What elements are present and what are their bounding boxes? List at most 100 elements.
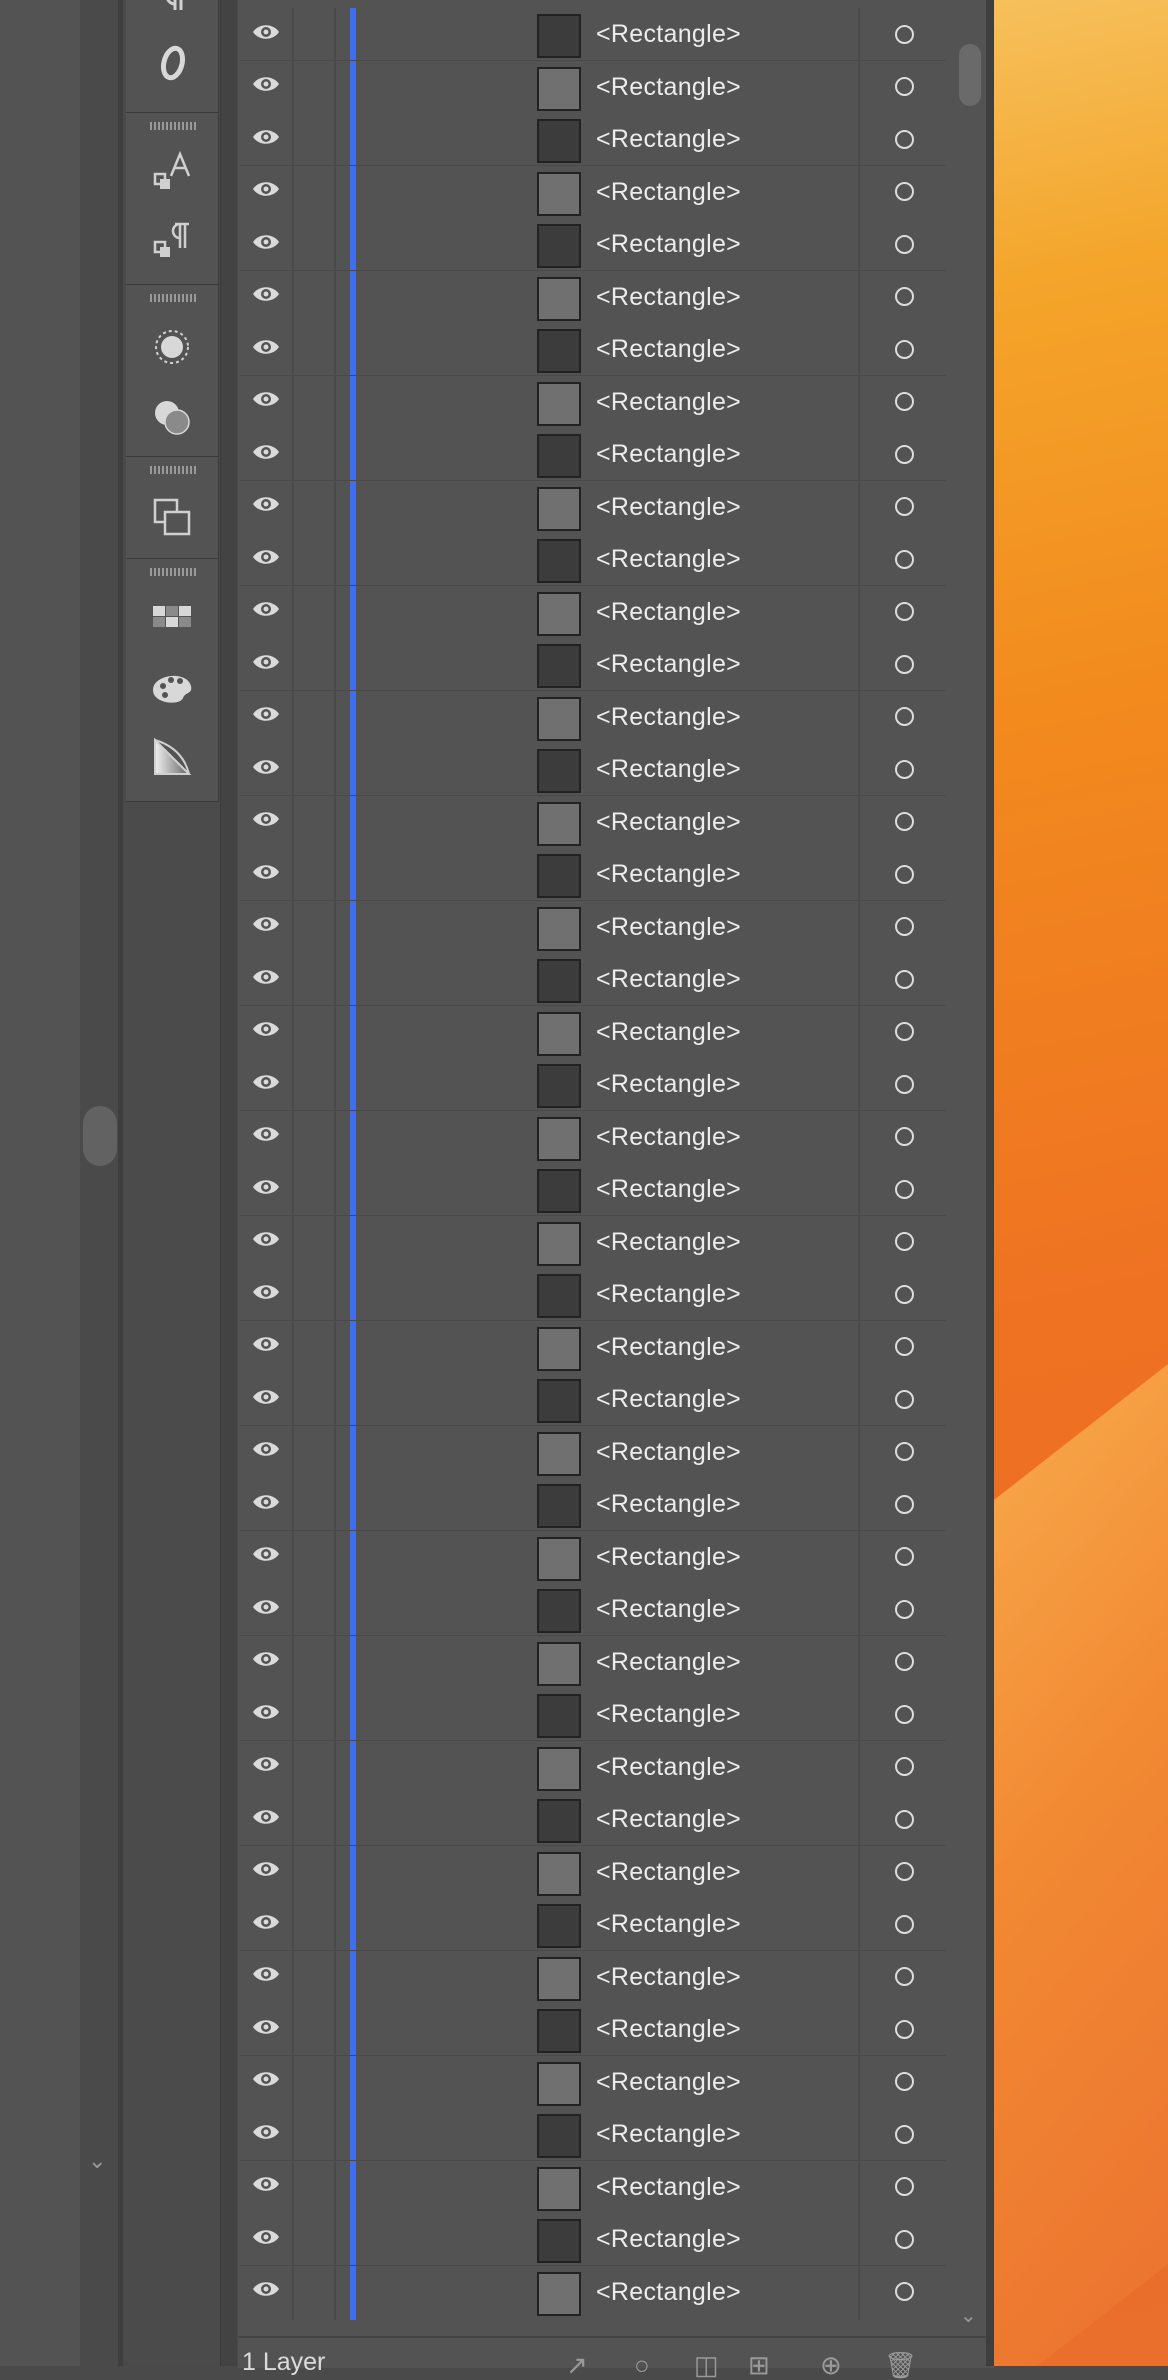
layer-name[interactable]: <Rectangle> (596, 638, 741, 690)
layer-name[interactable]: <Rectangle> (596, 428, 741, 480)
layers-list[interactable]: <Rectangle> <Rectangle> <Rectangle> <Rectan… (240, 0, 946, 2320)
layer-row[interactable]: <Rectangle> (240, 1110, 946, 1165)
visibility-toggle[interactable] (240, 480, 294, 533)
lock-toggle[interactable] (294, 270, 336, 323)
layers-scrollbar-thumb[interactable] (959, 44, 981, 106)
lock-toggle[interactable] (294, 585, 336, 638)
visibility-toggle[interactable] (240, 585, 294, 638)
lock-toggle[interactable] (294, 165, 336, 218)
lock-toggle[interactable] (294, 2003, 336, 2055)
layer-name[interactable]: <Rectangle> (596, 1898, 741, 1950)
target-column[interactable] (858, 2108, 946, 2160)
target-column[interactable] (858, 585, 946, 638)
lock-toggle[interactable] (294, 1005, 336, 1058)
layer-name[interactable]: <Rectangle> (596, 2056, 741, 2108)
layers-scrollbar[interactable]: ⌄ (946, 0, 986, 2326)
layer-row[interactable]: <Rectangle> (240, 218, 946, 272)
grip-handle[interactable] (150, 568, 196, 576)
layer-row[interactable]: <Rectangle> (240, 795, 946, 850)
layer-row[interactable]: <Rectangle> (240, 1635, 946, 1690)
target-column[interactable] (858, 1635, 946, 1688)
visibility-toggle[interactable] (240, 270, 294, 323)
layer-name[interactable]: <Rectangle> (596, 586, 741, 638)
visibility-toggle[interactable] (240, 690, 294, 743)
layer-name[interactable]: <Rectangle> (596, 1583, 741, 1635)
visibility-toggle[interactable] (240, 1845, 294, 1898)
visibility-toggle[interactable] (240, 1320, 294, 1373)
lock-toggle[interactable] (294, 1583, 336, 1635)
left-collapse-chevron-icon[interactable]: ⌄ (88, 2150, 106, 2172)
layer-row[interactable]: <Rectangle> (240, 1688, 946, 1742)
layer-row[interactable]: <Rectangle> (240, 1740, 946, 1795)
layer-name[interactable]: <Rectangle> (596, 1216, 741, 1268)
paragraph-styles-icon[interactable] (146, 217, 198, 269)
target-column[interactable] (858, 2213, 946, 2265)
layer-row[interactable]: <Rectangle> (240, 1425, 946, 1480)
visibility-toggle[interactable] (240, 60, 294, 113)
lock-toggle[interactable] (294, 2318, 336, 2320)
layer-row[interactable]: <Rectangle> (240, 165, 946, 220)
target-column[interactable] (858, 533, 946, 585)
visibility-toggle[interactable] (240, 2003, 294, 2055)
layer-row[interactable]: <Rectangle> (240, 1215, 946, 1270)
lock-toggle[interactable] (294, 2213, 336, 2265)
layer-name[interactable]: <Rectangle> (596, 8, 741, 60)
target-column[interactable] (858, 900, 946, 953)
paragraph-icon[interactable] (146, 0, 198, 33)
visibility-toggle[interactable] (240, 1635, 294, 1688)
lock-toggle[interactable] (294, 1688, 336, 1740)
visibility-toggle[interactable] (240, 1110, 294, 1163)
layer-row[interactable]: <Rectangle> (240, 2265, 946, 2320)
visibility-toggle[interactable] (240, 848, 294, 900)
lock-toggle[interactable] (294, 533, 336, 585)
transform-icon[interactable] (146, 491, 198, 543)
target-column[interactable] (858, 1950, 946, 2003)
layer-name[interactable]: <Rectangle> (596, 691, 741, 743)
layer-name[interactable]: <Rectangle> (596, 2003, 741, 2055)
layer-name[interactable]: <Rectangle> (596, 1058, 741, 1110)
layer-row[interactable]: <Rectangle> (240, 428, 946, 482)
layer-name[interactable]: <Rectangle> (596, 1741, 741, 1793)
visibility-toggle[interactable] (240, 1793, 294, 1845)
visibility-toggle[interactable] (240, 1740, 294, 1793)
target-column[interactable] (858, 165, 946, 218)
visibility-toggle[interactable] (240, 1950, 294, 2003)
layer-name[interactable]: <Rectangle> (596, 1688, 741, 1740)
visibility-toggle[interactable] (240, 1688, 294, 1740)
layer-row[interactable]: <Rectangle> (240, 1005, 946, 1060)
target-column[interactable] (858, 1005, 946, 1058)
visibility-toggle[interactable] (240, 2213, 294, 2265)
target-column[interactable] (858, 60, 946, 113)
lock-toggle[interactable] (294, 8, 336, 60)
target-column[interactable] (858, 1478, 946, 1530)
lock-toggle[interactable] (294, 1425, 336, 1478)
visibility-toggle[interactable] (240, 1583, 294, 1635)
layer-row[interactable]: <Rectangle> (240, 2055, 946, 2110)
layer-row[interactable]: <Rectangle> (240, 743, 946, 797)
layer-name[interactable]: <Rectangle> (596, 2108, 741, 2160)
scroll-down-chevron-icon[interactable]: ⌄ (960, 2306, 977, 2326)
target-column[interactable] (858, 323, 946, 375)
layer-row[interactable]: <Rectangle> (240, 1058, 946, 1112)
visibility-toggle[interactable] (240, 323, 294, 375)
layer-row[interactable]: <Rectangle> (240, 2108, 946, 2162)
layer-name[interactable]: <Rectangle> (596, 2161, 741, 2213)
visibility-toggle[interactable] (240, 795, 294, 848)
lock-toggle[interactable] (294, 113, 336, 165)
target-column[interactable] (858, 1845, 946, 1898)
layer-row[interactable]: <Rectangle> (240, 2003, 946, 2057)
target-column[interactable] (858, 113, 946, 165)
target-column[interactable] (858, 1058, 946, 1110)
layer-row[interactable]: <Rectangle> (240, 60, 946, 115)
lock-toggle[interactable] (294, 638, 336, 690)
lock-toggle[interactable] (294, 2160, 336, 2213)
layer-name[interactable]: <Rectangle> (596, 1951, 741, 2003)
target-column[interactable] (858, 1530, 946, 1583)
layer-name[interactable]: <Rectangle> (596, 533, 741, 585)
layer-row[interactable]: <Rectangle> (240, 900, 946, 955)
lock-toggle[interactable] (294, 1950, 336, 2003)
target-column[interactable] (858, 375, 946, 428)
visibility-toggle[interactable] (240, 1163, 294, 1215)
visibility-toggle[interactable] (240, 1058, 294, 1110)
visibility-toggle[interactable] (240, 113, 294, 165)
